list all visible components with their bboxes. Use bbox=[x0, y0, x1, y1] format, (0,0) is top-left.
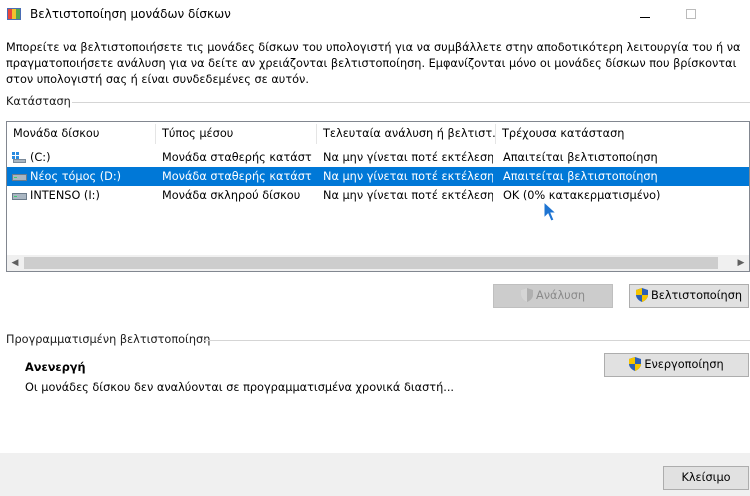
schedule-state: Ανενεργή bbox=[25, 361, 86, 374]
last-run: Να μην γίνεται ποτέ εκτέλεση bbox=[323, 151, 493, 164]
drive-icon bbox=[12, 174, 27, 181]
current-status: OK (0% κατακερματισμένο) bbox=[503, 189, 661, 202]
minimize-icon bbox=[640, 17, 650, 18]
maximize-icon bbox=[686, 9, 696, 19]
last-run: Να μην γίνεται ποτέ εκτέλεση bbox=[323, 189, 493, 202]
analyze-label: Ανάλυση bbox=[535, 289, 586, 302]
drive-name: INTENSO (I:) bbox=[30, 189, 100, 202]
drive-icon bbox=[12, 193, 27, 200]
shield-icon bbox=[629, 357, 642, 371]
status-section-label: Κατάσταση bbox=[6, 95, 71, 108]
last-run: Να μην γίνεται ποτέ εκτέλεση bbox=[323, 170, 493, 183]
mouse-cursor-icon bbox=[543, 201, 557, 222]
table-row[interactable]: INTENSO (I:) Μονάδα σκληρού δίσκου Να μη… bbox=[7, 186, 749, 205]
table-row[interactable]: (C:) Μονάδα σταθερής κατάστ... Να μην γί… bbox=[7, 148, 749, 167]
column-header-media[interactable]: Τύπος μέσου bbox=[156, 122, 316, 146]
optimize-label: Βελτιστοποίηση bbox=[650, 289, 743, 302]
status-divider bbox=[72, 102, 750, 103]
column-header-last-run[interactable]: Τελευταία ανάλυση ή βελτιστ... bbox=[317, 122, 495, 146]
column-header-status[interactable]: Τρέχουσα κατάσταση bbox=[496, 122, 696, 146]
current-status: Απαιτείται βελτιστοποίηση bbox=[503, 170, 658, 183]
maximize-button[interactable] bbox=[668, 0, 714, 30]
scroll-left-icon[interactable]: ◀ bbox=[7, 255, 23, 271]
scrollbar-thumb[interactable] bbox=[24, 257, 718, 269]
schedule-description: Οι μονάδες δίσκου δεν αναλύονται σε προγ… bbox=[25, 381, 455, 394]
close-button[interactable]: Κλείσιμο bbox=[663, 466, 749, 490]
description-text: Μπορείτε να βελτιστοποιήσετε τις μονάδες… bbox=[6, 41, 741, 86]
scroll-right-icon[interactable]: ▶ bbox=[733, 255, 749, 271]
drive-name: (C:) bbox=[30, 151, 51, 164]
title-bar: Βελτιστοποίηση μονάδων δίσκων bbox=[0, 0, 750, 30]
media-type: Μονάδα σταθερής κατάστ... bbox=[162, 170, 312, 183]
analyze-button[interactable]: Ανάλυση bbox=[493, 284, 613, 308]
minimize-button[interactable] bbox=[622, 0, 668, 30]
column-header-drive[interactable]: Μονάδα δίσκου bbox=[7, 122, 155, 146]
defrag-icon bbox=[7, 8, 21, 20]
table-row[interactable]: Νέος τόμος (D:) Μονάδα σταθερής κατάστ..… bbox=[7, 167, 749, 186]
media-type: Μονάδα σκληρού δίσκου bbox=[162, 189, 301, 202]
list-header: Μονάδα δίσκου Τύπος μέσου Τελευταία ανάλ… bbox=[7, 122, 749, 146]
optimize-button[interactable]: Βελτιστοποίηση bbox=[629, 284, 749, 308]
drive-name: Νέος τόμος (D:) bbox=[30, 170, 122, 183]
window-title: Βελτιστοποίηση μονάδων δίσκων bbox=[30, 7, 231, 21]
current-status: Απαιτείται βελτιστοποίηση bbox=[503, 151, 658, 164]
footer-bar bbox=[0, 453, 750, 496]
media-type: Μονάδα σταθερής κατάστ... bbox=[162, 151, 312, 164]
drive-list[interactable]: Μονάδα δίσκου Τύπος μέσου Τελευταία ανάλ… bbox=[6, 121, 750, 272]
shield-icon bbox=[635, 288, 648, 302]
schedule-divider bbox=[203, 340, 750, 341]
enable-button[interactable]: Ενεργοποίηση bbox=[604, 353, 749, 377]
windows-drive-icon bbox=[12, 152, 26, 163]
enable-label: Ενεργοποίηση bbox=[644, 358, 724, 371]
horizontal-scrollbar[interactable]: ◀ ▶ bbox=[7, 255, 749, 271]
schedule-section-label: Προγραμματισμένη βελτιστοποίηση bbox=[6, 333, 211, 346]
shield-icon bbox=[520, 288, 533, 302]
